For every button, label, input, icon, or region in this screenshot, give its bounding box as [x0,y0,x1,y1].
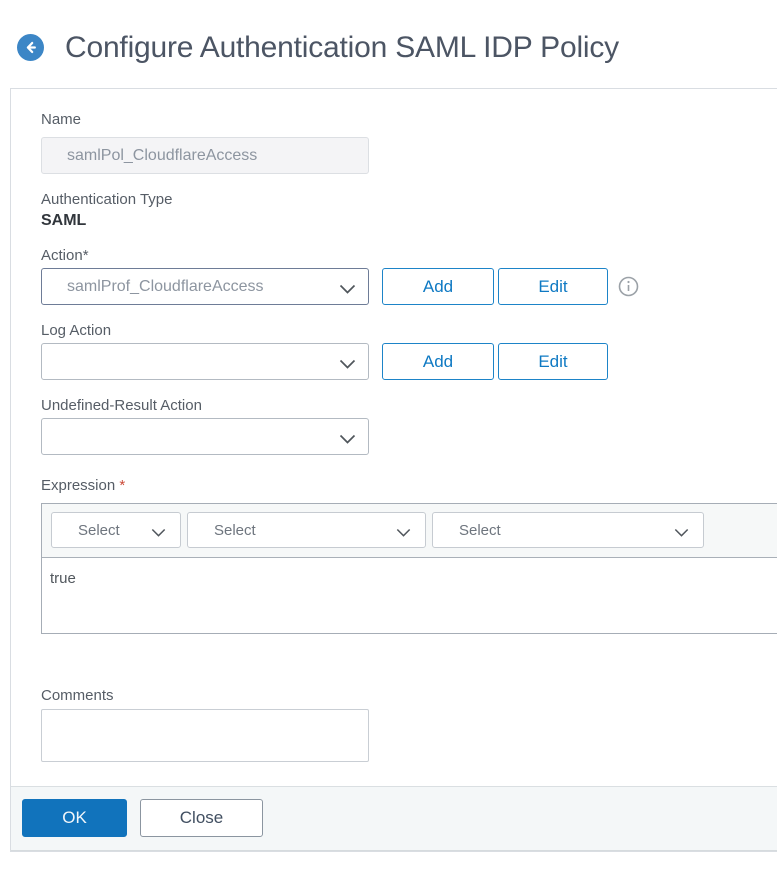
chevron-down-icon [151,525,168,537]
page-title: Configure Authentication SAML IDP Policy [65,31,619,64]
expression-toolbar: Select Select Select [42,504,777,558]
action-edit-button[interactable]: Edit [498,268,608,305]
required-asterisk: * [119,477,126,494]
dialog-footer: OK Close [11,786,777,851]
policy-form: Name Authentication Type SAML Action* sa… [11,89,777,762]
info-icon[interactable] [618,276,639,297]
arrow-left-icon [23,40,38,55]
page-header: Configure Authentication SAML IDP Policy [0,0,777,88]
config-panel: Name Authentication Type SAML Action* sa… [10,88,777,852]
auth-type-label: Authentication Type [41,191,173,208]
action-add-button[interactable]: Add [382,268,494,305]
undefined-result-action-select[interactable] [41,418,369,455]
expression-select-3[interactable]: Select [432,512,704,548]
action-label: Action* [41,247,89,264]
expression-select-3-value: Select [459,521,501,539]
log-action-select[interactable] [41,343,369,380]
comments-label: Comments [41,687,114,704]
comments-input[interactable] [41,709,369,762]
ok-button[interactable]: OK [22,799,127,837]
chevron-down-icon [396,525,413,537]
expression-label-text: Expression [41,477,116,494]
chevron-down-icon [339,357,356,369]
undefined-result-action-label: Undefined-Result Action [41,397,202,414]
chevron-down-icon [339,282,356,294]
action-select-value: samlProf_CloudflareAccess [67,277,264,295]
action-select[interactable]: samlProf_CloudflareAccess [41,268,369,305]
back-button[interactable] [17,34,44,61]
expression-label: Expression * [41,476,777,495]
log-action-add-button[interactable]: Add [382,343,494,380]
expression-select-1-value: Select [78,521,120,539]
chevron-down-icon [339,432,356,444]
expression-select-2[interactable]: Select [187,512,426,548]
expression-editor: Select Select Select true [41,503,777,634]
expression-select-1[interactable]: Select [51,512,181,548]
log-action-edit-button[interactable]: Edit [498,343,608,380]
log-action-label: Log Action [41,322,112,339]
expression-select-2-value: Select [214,521,256,539]
expression-input[interactable]: true [42,558,777,633]
auth-type-value: SAML [41,212,87,229]
name-input[interactable] [41,137,369,174]
close-button[interactable]: Close [140,799,263,837]
name-label: Name [41,111,82,128]
chevron-down-icon [674,525,691,537]
